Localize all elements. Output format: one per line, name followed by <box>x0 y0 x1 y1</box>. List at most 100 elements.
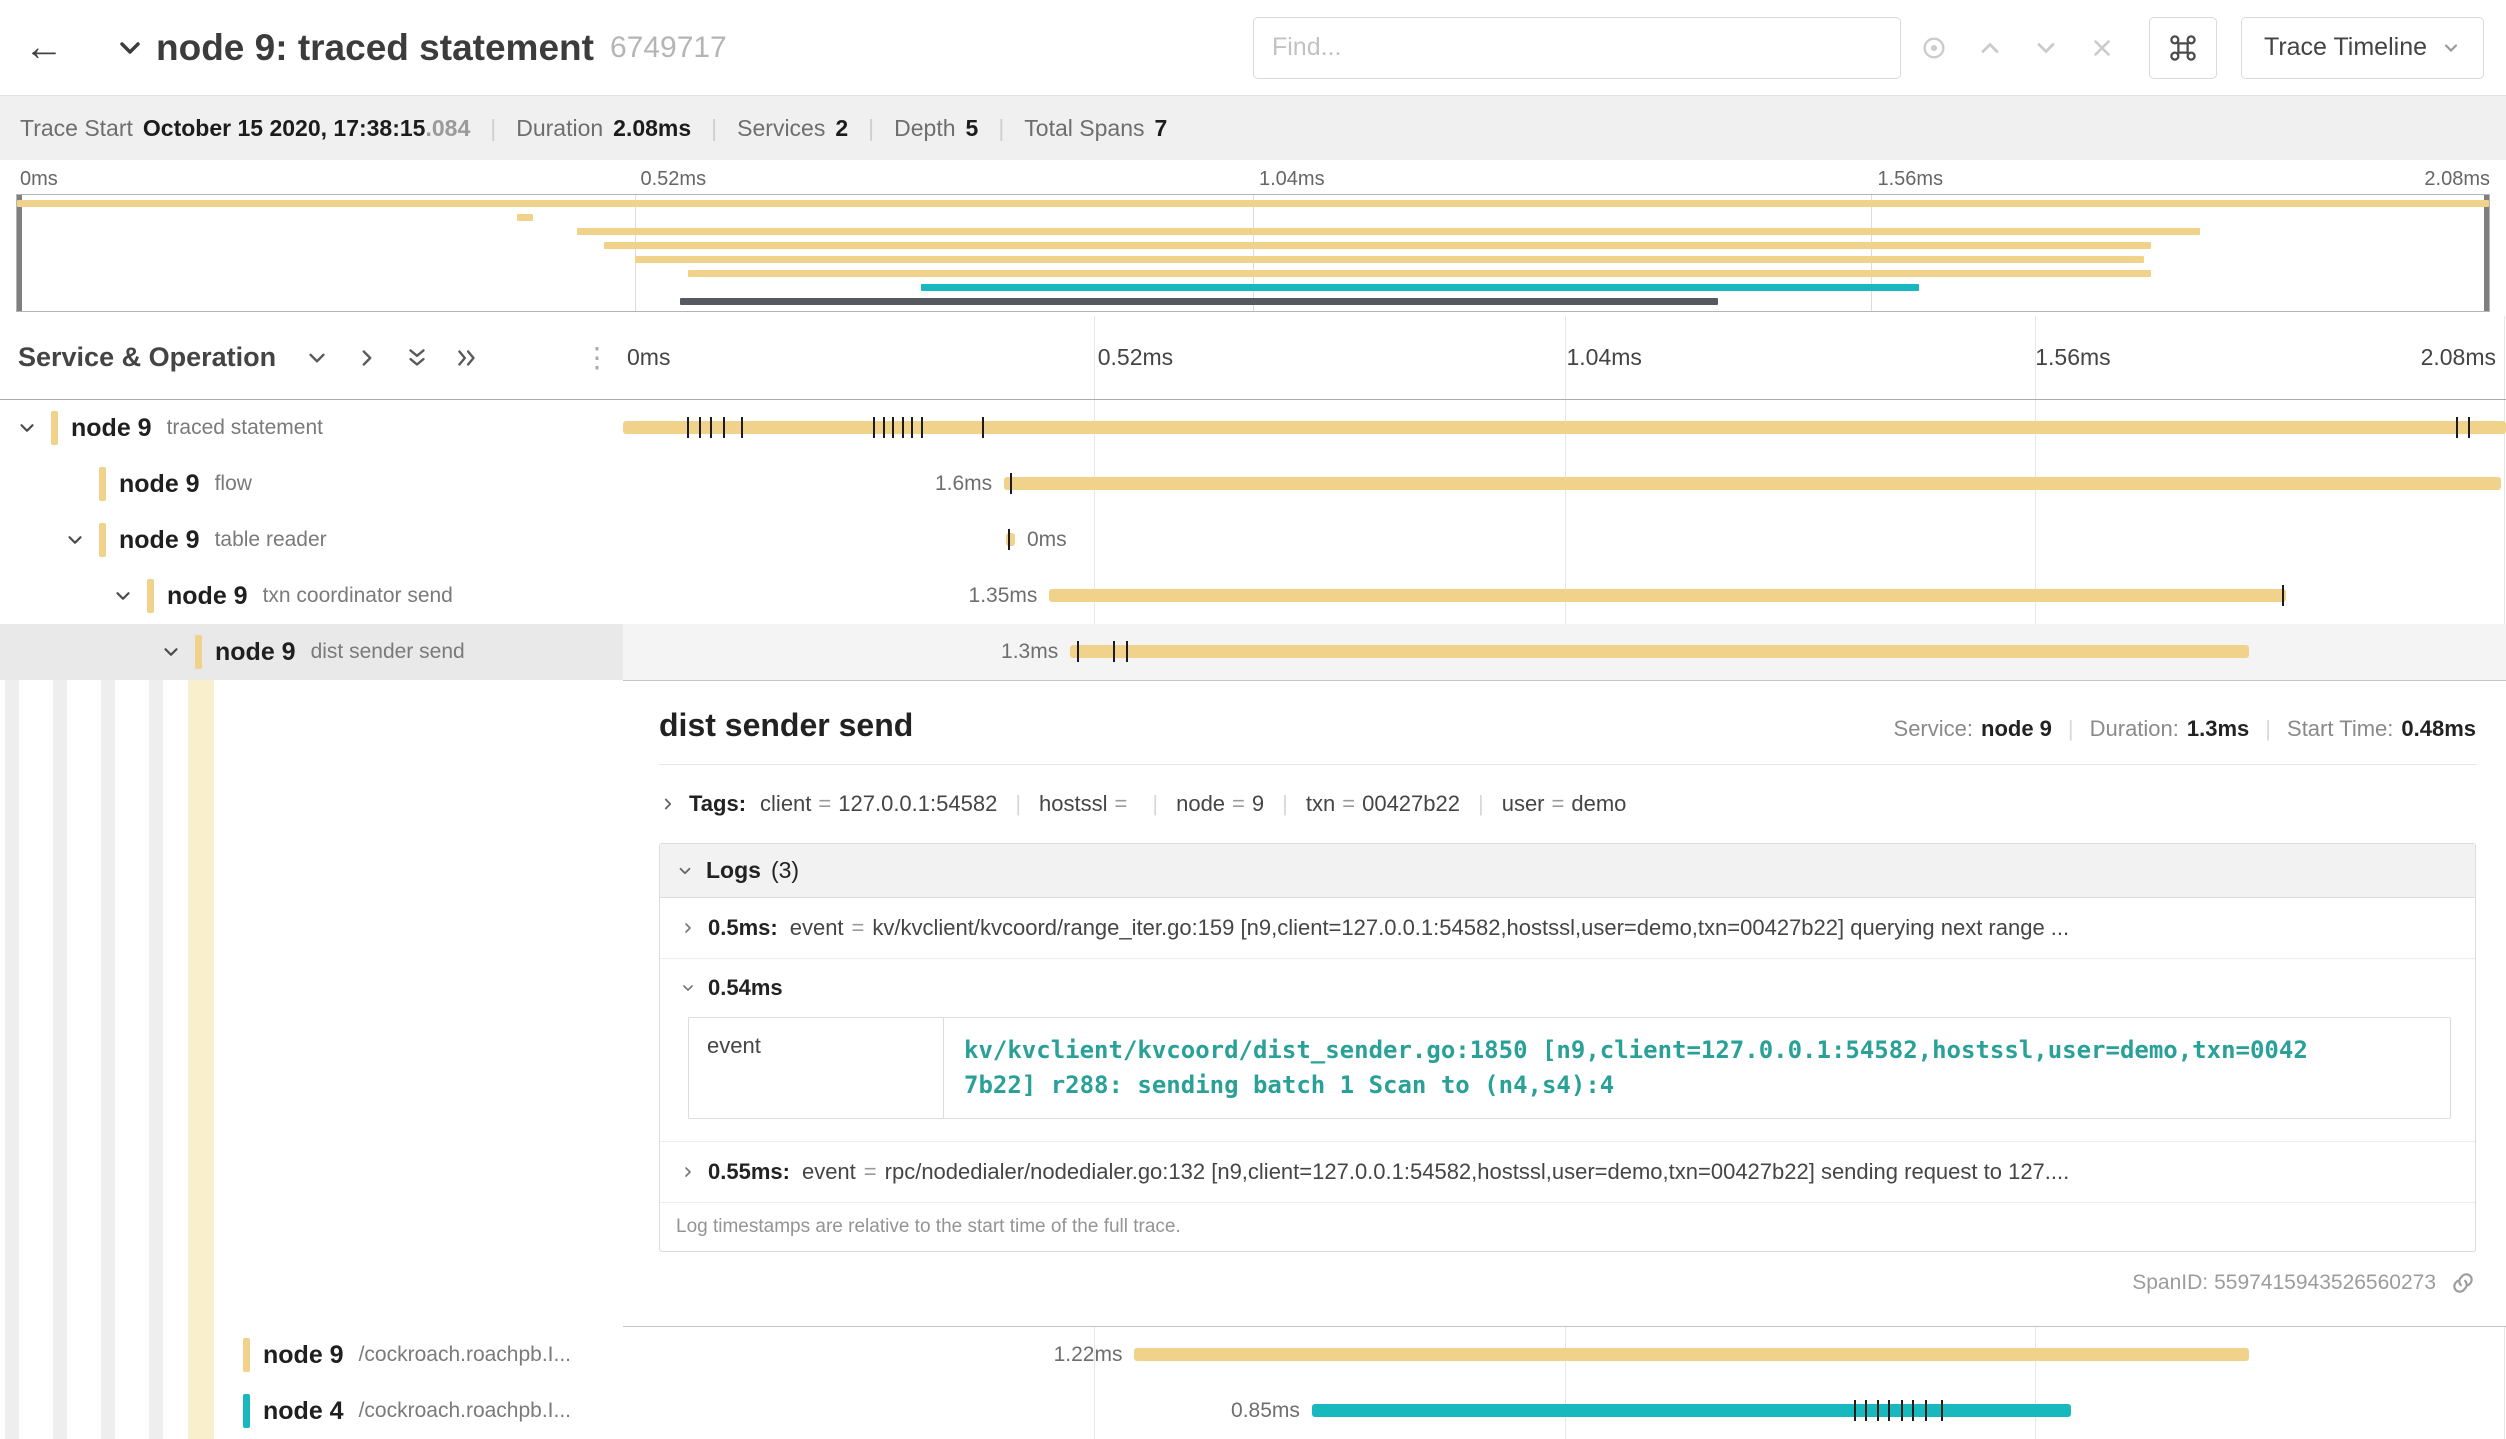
tag-equals: = <box>1115 791 1128 817</box>
log-timestamp: 0.5ms: <box>708 915 778 941</box>
back-button[interactable]: ← <box>0 0 88 96</box>
span-timeline-cell[interactable]: 1.22ms <box>623 1327 2506 1383</box>
span-name-text: node 9dist sender send <box>0 624 623 680</box>
span-timeline-cell[interactable]: 1.35ms <box>623 568 2506 624</box>
keyboard-shortcuts-button[interactable] <box>2149 17 2217 79</box>
span-rows: node 9traced statementnode 9flow1.6msnod… <box>0 400 2506 680</box>
deep-link-icon[interactable] <box>2450 1270 2476 1296</box>
summary-item-value: 7 <box>1155 115 1168 142</box>
column-resize-grip[interactable]: ⋮ <box>583 316 611 399</box>
logs-header[interactable]: Logs (3) <box>660 844 2475 898</box>
collapse-all-double-chevron-icon[interactable] <box>404 345 430 371</box>
span-duration-bar[interactable] <box>1312 1404 2072 1417</box>
span-log-marker <box>1854 1400 1856 1421</box>
logs-label: Logs <box>706 857 761 884</box>
time-tick-label: 1.56ms <box>1878 168 1944 191</box>
log-field-value-text: kv/kvclient/kvcoord/dist_sender.go:1850 … <box>964 1033 2316 1103</box>
span-detail-row: dist sender send Service: node 9 | Durat… <box>0 680 2506 1327</box>
timeline-header: Service & Operation ⋮ 0ms0.52ms1.04ms1.5… <box>0 316 2506 400</box>
summary-item-value: October 15 2020, 17:38:15 <box>143 115 426 142</box>
span-log-marker <box>2282 585 2284 606</box>
span-duration-bar[interactable] <box>623 421 2506 434</box>
span-log-marker <box>2456 417 2458 438</box>
find-input[interactable] <box>1253 17 1901 79</box>
span-log-marker <box>1925 1400 1927 1421</box>
time-tick-label: 0ms <box>627 344 670 371</box>
find-next-chevron-down-icon[interactable] <box>2023 17 2069 79</box>
span-timeline-cell[interactable]: 0ms <box>623 512 2506 568</box>
span-name-cell[interactable]: node 9flow <box>0 456 623 512</box>
tags-row[interactable]: Tags: client=127.0.0.1:54582|hostssl=|no… <box>659 791 2476 817</box>
find-clear-close-icon[interactable] <box>2079 17 2125 79</box>
minimap-span-bar <box>688 270 2151 277</box>
summary-separator: | <box>868 115 874 142</box>
span-expander-chevron-icon[interactable] <box>112 585 134 607</box>
span-expander-chevron-icon[interactable] <box>160 641 182 663</box>
span-log-marker <box>1877 1400 1879 1421</box>
log-row-expanded-header[interactable]: 0.54ms <box>680 975 2455 1001</box>
minimap-left-drag-handle[interactable] <box>17 195 22 311</box>
span-timeline-cell[interactable]: 1.3ms <box>623 624 2506 680</box>
log-equals: = <box>864 1159 877 1185</box>
span-timeline-cell[interactable] <box>623 400 2506 456</box>
span-duration-bar[interactable] <box>1134 1348 2248 1361</box>
span-id-row: SpanID: 5597415943526560273 <box>659 1270 2476 1296</box>
service-label: Service: <box>1894 716 1973 742</box>
span-duration-bar[interactable] <box>1070 645 2249 658</box>
span-name-cell[interactable]: node 9/cockroach.roachpb.I... <box>0 1327 623 1383</box>
span-detail-title: dist sender send <box>659 707 913 744</box>
span-expander-chevron-icon[interactable] <box>16 417 38 439</box>
span-name-cell[interactable]: node 9dist sender send <box>0 624 623 680</box>
span-duration-label: 1.3ms <box>1001 640 1058 664</box>
span-service-name: node 9 <box>167 582 248 611</box>
stat-separator: | <box>2265 716 2271 742</box>
log-equals: = <box>852 915 865 941</box>
logs-note: Log timestamps are relative to the start… <box>660 1203 2475 1251</box>
find-focus-icon[interactable] <box>1911 17 1957 79</box>
minimap-right-drag-handle[interactable] <box>2484 195 2489 311</box>
span-name-cell[interactable]: node 9table reader <box>0 512 623 568</box>
span-service-name: node 9 <box>119 526 200 555</box>
log-row[interactable]: 0.55ms:event=rpc/nodedialer/nodedialer.g… <box>660 1142 2475 1203</box>
span-expander-chevron-icon[interactable] <box>64 529 86 551</box>
minimap-canvas[interactable] <box>16 194 2490 312</box>
span-name-cell[interactable]: node 9traced statement <box>0 400 623 456</box>
log-row[interactable]: 0.5ms:event=kv/kvclient/kvcoord/range_it… <box>660 898 2475 959</box>
span-duration-bar[interactable] <box>1004 477 2501 490</box>
span-duration-bar[interactable] <box>1049 589 2286 602</box>
span-service-name: node 9 <box>71 414 152 443</box>
span-service-name: node 4 <box>263 1397 344 1426</box>
expand-all-double-chevron-icon[interactable] <box>454 345 480 371</box>
tag-key: node <box>1176 791 1225 817</box>
minimap-span-bar <box>921 284 1918 291</box>
trace-header-chevron-down-icon[interactable] <box>114 32 146 64</box>
trace-view-selector-button[interactable]: Trace Timeline <box>2241 17 2484 79</box>
span-log-marker <box>883 417 885 438</box>
span-timeline-cell[interactable]: 0.85ms <box>623 1383 2506 1439</box>
find-controls: Trace Timeline <box>1253 17 2484 79</box>
span-timeline-cell[interactable]: 1.6ms <box>623 456 2506 512</box>
time-tick-label: 2.08ms <box>2421 344 2496 371</box>
tag-key: user <box>1502 791 1545 817</box>
page-title: node 9: traced statement <box>156 27 594 69</box>
chevron-down-icon <box>2441 38 2461 58</box>
summary-item-value: 5 <box>966 115 979 142</box>
span-log-marker <box>741 417 743 438</box>
span-row: node 9flow1.6ms <box>0 456 2506 512</box>
span-name-text: node 9table reader <box>0 512 623 568</box>
collapse-one-icon[interactable] <box>304 345 330 371</box>
summary-item-label: Total Spans <box>1024 115 1144 142</box>
log-fields-table: eventkv/kvclient/kvcoord/dist_sender.go:… <box>688 1017 2451 1119</box>
service-color-chip <box>51 411 58 445</box>
minimap-grid-line <box>1871 195 1872 311</box>
tag-key: hostssl <box>1039 791 1107 817</box>
time-tick-label: 1.04ms <box>1567 344 1642 371</box>
find-prev-chevron-up-icon[interactable] <box>1967 17 2013 79</box>
logs-box: Logs (3) 0.5ms:event=kv/kvclient/kvcoord… <box>659 843 2476 1252</box>
span-name-cell[interactable]: node 9txn coordinator send <box>0 568 623 624</box>
span-log-marker <box>1126 641 1128 662</box>
logs-body: 0.5ms:event=kv/kvclient/kvcoord/range_it… <box>660 898 2475 1203</box>
span-name-cell[interactable]: node 4/cockroach.roachpb.I... <box>0 1383 623 1439</box>
timeline-ticks-header: 0ms0.52ms1.04ms1.56ms2.08ms <box>623 316 2506 399</box>
expand-one-icon[interactable] <box>354 345 380 371</box>
